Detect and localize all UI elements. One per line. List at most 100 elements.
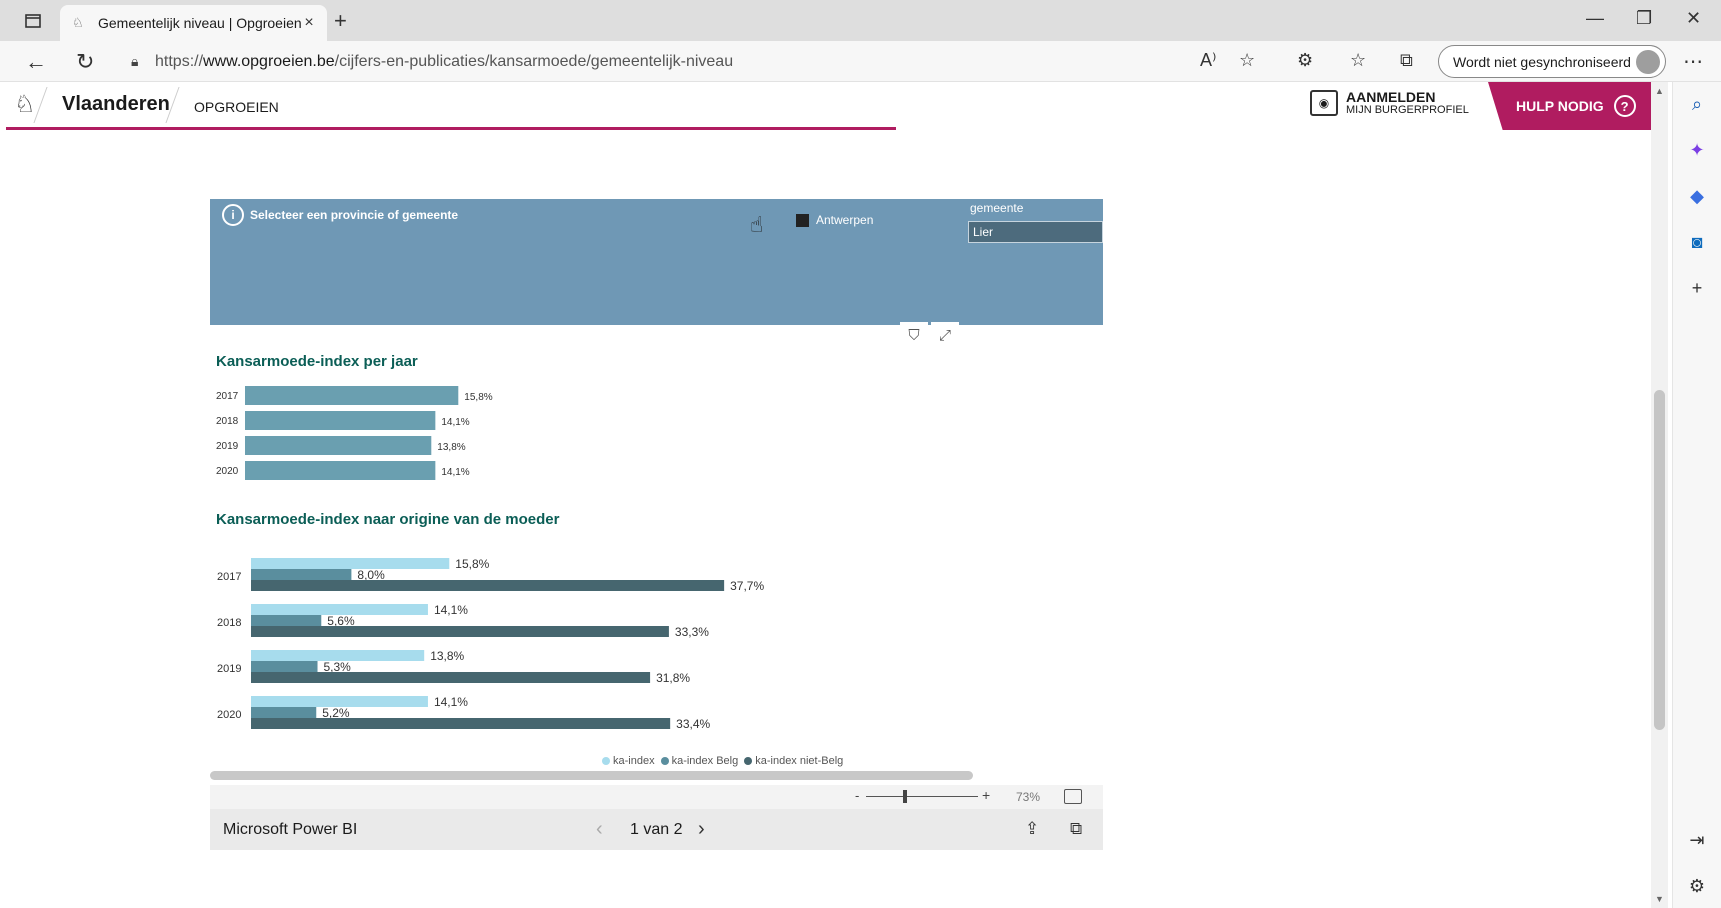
extensions-icon[interactable]: ⚙ <box>1297 50 1313 71</box>
login-button[interactable]: ◉ AANMELDEN MIJN BURGERPROFIEL <box>1310 90 1469 116</box>
url-host: www.opgroeien.be <box>203 52 335 70</box>
avatar <box>1636 50 1660 74</box>
add-icon[interactable]: + <box>1685 278 1709 299</box>
header-accent-line <box>6 127 896 130</box>
previous-page-icon[interactable]: ‹ <box>596 818 603 841</box>
legend-item[interactable]: ka-index <box>602 755 655 767</box>
data-label: 15,8% <box>455 557 489 571</box>
minimize-icon[interactable]: — <box>1586 8 1604 29</box>
filter-icon[interactable]: ⛉ <box>900 322 928 348</box>
bar <box>251 661 318 672</box>
data-label: 5,3% <box>324 660 352 674</box>
favorites-icon[interactable]: ☆ <box>1350 50 1366 71</box>
collections-icon[interactable]: ⧉ <box>1400 50 1413 71</box>
bar <box>245 461 436 480</box>
legend-item[interactable]: ka-index niet-Belg <box>744 755 843 767</box>
more-menu-icon[interactable]: ⋯ <box>1683 49 1703 74</box>
search-icon[interactable]: ⌕ <box>1685 94 1709 115</box>
year-tick-label: 2018 <box>216 416 239 427</box>
bar <box>251 580 725 591</box>
tab-actions-icon <box>25 14 41 28</box>
login-sublabel: MIJN BURGERPROFIEL <box>1346 104 1469 116</box>
browser-tab[interactable]: ♘ Gemeentelijk niveau | Opgroeien × <box>60 5 327 41</box>
zoom-out-button[interactable]: - <box>855 788 859 803</box>
chart1-title: Kansarmoede-index per jaar <box>216 353 418 370</box>
report-horizontal-scrollbar[interactable] <box>210 771 973 780</box>
read-aloud-icon[interactable]: A⁾ <box>1200 50 1216 71</box>
chart-per-jaar: 2017 15,8% 2018 14,1% 2019 13,8% 2020 14,1% <box>216 386 493 480</box>
office-icon[interactable]: ◆ <box>1685 186 1709 207</box>
year-tick-label: 2019 <box>217 663 241 675</box>
legend-item[interactable]: ka-index Belg <box>660 755 739 767</box>
brand-name[interactable]: Vlaanderen <box>62 93 170 116</box>
bar <box>251 718 671 729</box>
tab-actions-button[interactable] <box>18 10 48 32</box>
site-header: ♘ Vlaanderen OPGROEIEN ◉ AANMELDEN MIJN … <box>0 82 1651 130</box>
address-bar[interactable]: 🔒︎ https://www.opgroeien.be/cijfers-en-p… <box>117 46 1277 77</box>
legend-dot <box>744 757 753 765</box>
sub-brand[interactable]: OPGROEIEN <box>194 99 279 115</box>
add-favorite-icon[interactable]: ☆ <box>1239 50 1255 71</box>
year-tick-label: 2017 <box>216 391 239 402</box>
scroll-down-icon[interactable]: ▼ <box>1655 894 1664 904</box>
chart-origine-moeder: 2017 15,8% 8,0% 37,7% 2018 14,1% 5,6% 33,3% 2019… <box>217 557 764 731</box>
help-button[interactable]: HULP NODIG ? <box>1488 82 1651 130</box>
bar <box>251 615 322 626</box>
data-label: 5,6% <box>327 614 355 628</box>
settings-gear-icon[interactable]: ⚙ <box>1685 876 1709 897</box>
province-checkbox[interactable] <box>796 213 809 227</box>
next-page-icon[interactable]: › <box>698 818 705 841</box>
data-label: 33,4% <box>676 717 710 731</box>
url-prefix: https:// <box>155 52 204 70</box>
hand-pointer-icon: ☝ <box>750 212 764 237</box>
powerbi-footer: Microsoft Power BI ‹ 1 van 2 › ⇪ ⧉ <box>210 809 1103 850</box>
province-option[interactable]: Antwerpen <box>796 213 873 227</box>
profile-sync-button[interactable]: Wordt niet gesynchroniseerd <box>1438 45 1666 78</box>
page-indicator: 1 van 2 <box>630 821 683 838</box>
legend-label: ka-index niet-Belg <box>755 755 844 767</box>
bar <box>245 436 432 455</box>
visual-toolbar: ⛉ ⤢ <box>900 322 962 348</box>
close-tab-icon[interactable]: × <box>301 14 317 32</box>
back-icon[interactable]: ← <box>25 49 47 75</box>
legend-label: ka-index Belg <box>671 755 739 767</box>
open-in-new-icon[interactable]: ⧉ <box>1070 819 1082 839</box>
data-label: 14,1% <box>434 603 468 617</box>
fit-to-page-icon[interactable] <box>1064 789 1082 804</box>
zoom-slider-track[interactable] <box>866 796 978 797</box>
data-label: 5,2% <box>322 706 350 720</box>
chart2-legend: ka-index ka-index Belg ka-index niet-Bel… <box>602 755 849 767</box>
restore-icon[interactable]: ❐ <box>1636 8 1652 29</box>
outlook-icon[interactable]: ◙ <box>1685 232 1709 253</box>
data-label: 14,1% <box>434 695 468 709</box>
lion-logo-icon[interactable]: ♘ <box>14 90 36 119</box>
legend-dot <box>660 757 669 765</box>
login-label: AANMELDEN <box>1346 89 1436 105</box>
share-icon[interactable]: ⇪ <box>1025 819 1039 839</box>
scroll-up-icon[interactable]: ▲ <box>1655 86 1664 96</box>
refresh-icon[interactable]: ↻ <box>76 49 94 75</box>
zoom-bar: - + 73% <box>210 785 1103 809</box>
focus-mode-icon[interactable]: ⤢ <box>931 322 959 348</box>
edge-sidebar: ⌕ ✦ ◆ ◙ + ⇥ ⚙ <box>1672 82 1721 908</box>
sidebar-toggle-icon[interactable]: ⇥ <box>1685 830 1709 851</box>
copilot-icon[interactable]: ✦ <box>1685 140 1709 161</box>
zoom-slider-handle[interactable] <box>903 790 907 803</box>
help-label: HULP NODIG <box>1516 98 1604 114</box>
profile-card-icon: ◉ <box>1310 90 1338 116</box>
browser-tab-bar: ♘ Gemeentelijk niveau | Opgroeien × + — … <box>0 0 1721 41</box>
data-label: 14,1% <box>441 467 469 478</box>
bar <box>245 386 459 405</box>
year-tick-label: 2020 <box>216 466 239 477</box>
lock-icon: 🔒︎ <box>131 53 139 69</box>
scrollbar-thumb[interactable] <box>1654 390 1665 730</box>
data-label: 14,1% <box>441 417 469 428</box>
new-tab-icon[interactable]: + <box>334 8 347 34</box>
close-window-icon[interactable]: ✕ <box>1686 8 1701 29</box>
year-tick-label: 2019 <box>216 441 239 452</box>
powerbi-brand[interactable]: Microsoft Power BI <box>223 821 357 839</box>
bar <box>251 707 317 718</box>
zoom-in-button[interactable]: + <box>982 787 990 803</box>
gemeente-select[interactable]: Lier <box>968 221 1103 243</box>
page-scrollbar[interactable]: ▲ ▼ <box>1651 82 1668 908</box>
